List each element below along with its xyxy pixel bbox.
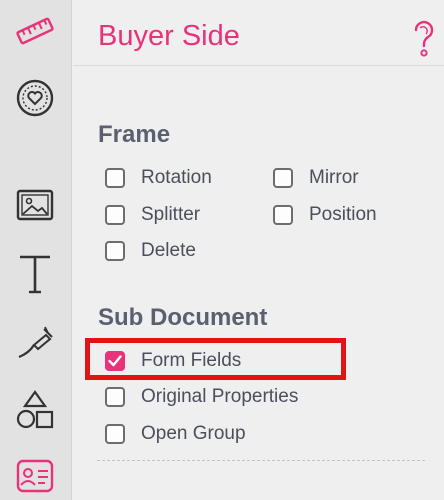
ruler-icon xyxy=(16,17,54,45)
rotation-option[interactable]: Rotation xyxy=(105,165,212,191)
rotation-label: Rotation xyxy=(141,167,212,188)
original-properties-option[interactable]: Original Properties xyxy=(105,384,298,410)
mirror-option[interactable]: Mirror xyxy=(273,165,359,191)
image-icon xyxy=(16,189,54,221)
form-fields-label: Form Fields xyxy=(141,350,242,371)
rotation-checkbox[interactable] xyxy=(105,168,125,188)
signature-tool-button[interactable] xyxy=(14,322,56,364)
delete-label: Delete xyxy=(141,240,196,261)
signature-pen-icon xyxy=(18,326,53,359)
stamp-tool-button[interactable] xyxy=(14,77,56,119)
panel-title: Buyer Side xyxy=(98,20,240,52)
position-label: Position xyxy=(309,204,377,225)
open-group-checkbox[interactable] xyxy=(105,424,125,444)
original-properties-label: Original Properties xyxy=(141,386,299,407)
position-option[interactable]: Position xyxy=(273,202,377,228)
heart-badge-icon xyxy=(16,79,54,117)
section-divider xyxy=(97,460,425,461)
text-tool-button[interactable] xyxy=(14,253,56,295)
mirror-checkbox[interactable] xyxy=(273,168,293,188)
contact-card-tool-button[interactable] xyxy=(14,455,56,497)
splitter-checkbox[interactable] xyxy=(105,205,125,225)
left-toolbar xyxy=(0,0,72,500)
checkmark-icon xyxy=(108,355,122,367)
form-fields-option[interactable]: Form Fields xyxy=(105,348,241,374)
shapes-tool-button[interactable] xyxy=(14,389,56,431)
properties-panel: Buyer Side Frame Rotation Mirror Splitte… xyxy=(73,0,444,500)
form-fields-checkbox[interactable] xyxy=(105,351,125,371)
image-tool-button[interactable] xyxy=(14,184,56,226)
splitter-option[interactable]: Splitter xyxy=(105,202,200,228)
delete-option[interactable]: Delete xyxy=(105,238,196,264)
original-properties-checkbox[interactable] xyxy=(105,387,125,407)
panel-header: Buyer Side xyxy=(73,0,444,66)
open-group-label: Open Group xyxy=(141,423,246,444)
text-icon xyxy=(20,255,50,294)
frame-heading: Frame xyxy=(98,121,171,148)
delete-checkbox[interactable] xyxy=(105,241,125,261)
position-checkbox[interactable] xyxy=(273,205,293,225)
ruler-tool-button[interactable] xyxy=(14,10,56,52)
help-button[interactable] xyxy=(409,18,439,58)
open-group-option[interactable]: Open Group xyxy=(105,421,246,447)
contact-card-icon xyxy=(16,459,54,493)
shapes-icon xyxy=(16,390,54,429)
mirror-label: Mirror xyxy=(309,167,359,188)
sub-document-heading: Sub Document xyxy=(98,304,268,331)
splitter-label: Splitter xyxy=(141,204,201,225)
help-icon xyxy=(414,20,434,57)
